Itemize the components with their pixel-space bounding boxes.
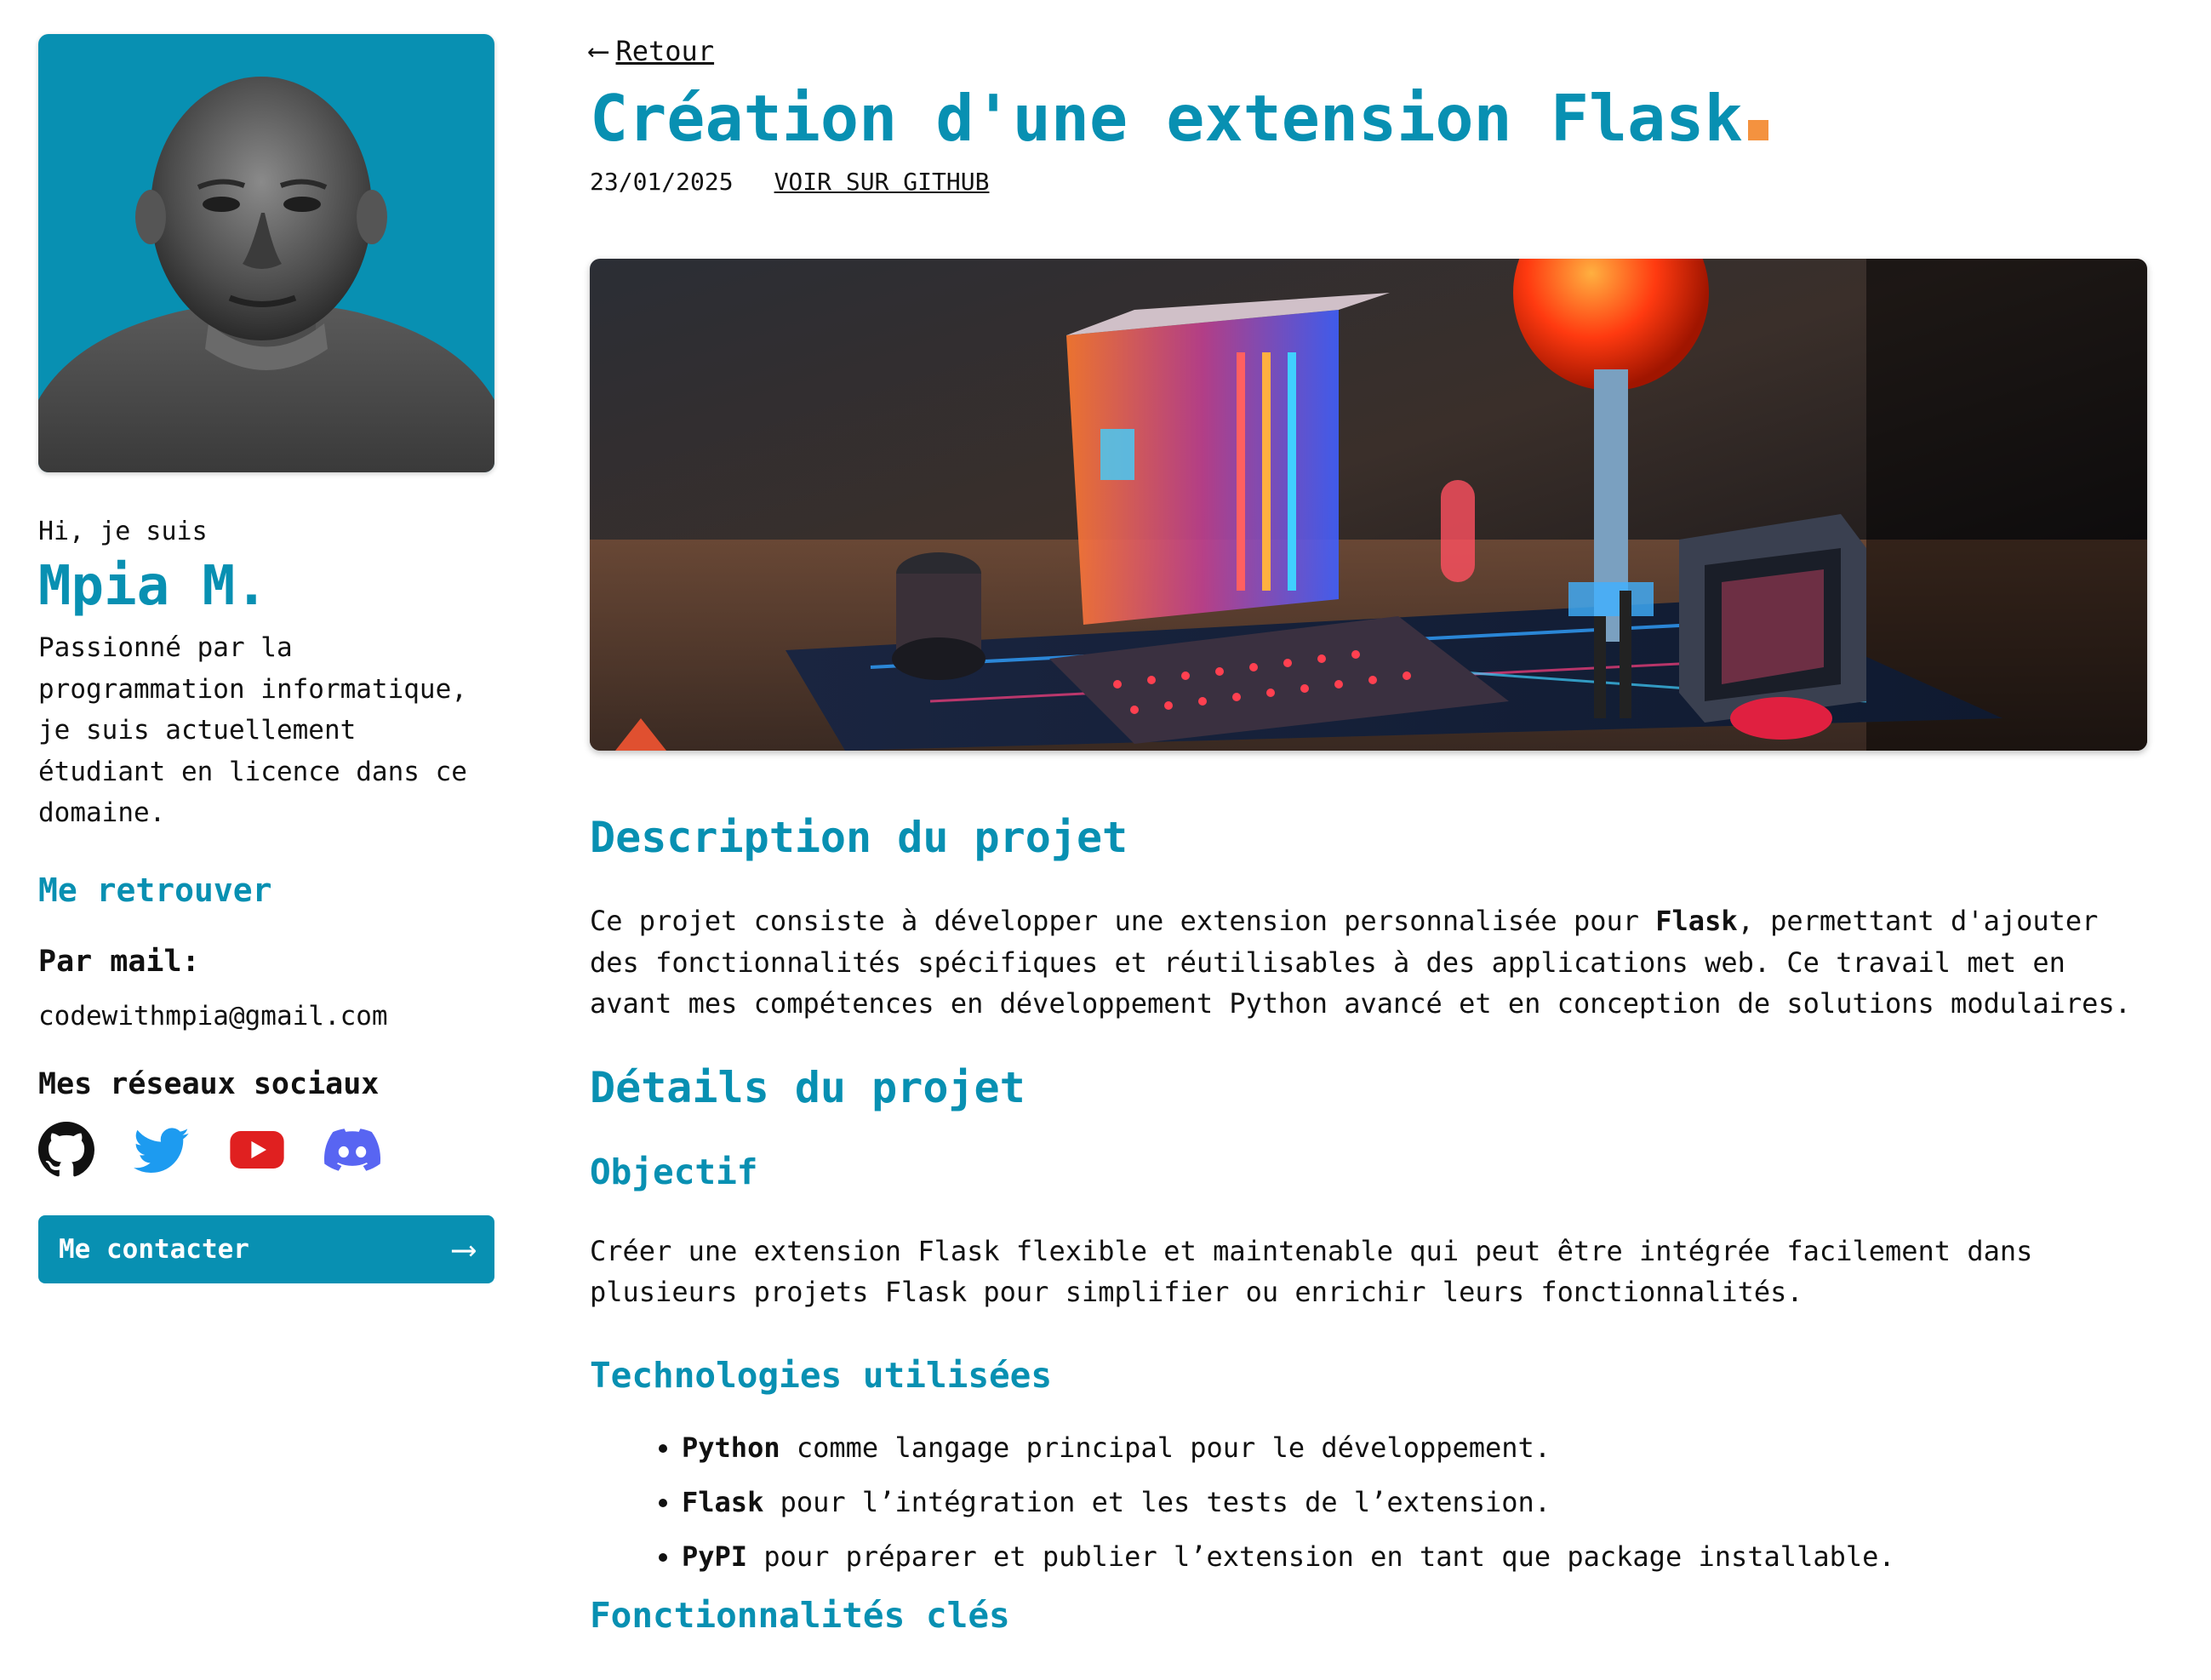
mail-label: Par mail:: [38, 944, 200, 979]
list-item: Flask pour l’intégration et les tests de…: [682, 1485, 2156, 1519]
main-content: ⟵ Retour Création d'une extension Flask …: [590, 34, 2156, 1637]
list-item: Python comme langage principal pour le d…: [682, 1431, 2156, 1465]
tech-name: Python: [682, 1431, 780, 1464]
technologies-heading: Technologies utilisées: [590, 1354, 1053, 1396]
title-cursor: [1747, 120, 1768, 140]
social-links: [38, 1121, 494, 1178]
github-link[interactable]: VOIR SUR GITHUB: [774, 167, 990, 197]
project-cover-image: [590, 259, 2147, 751]
tech-description: pour préparer et publier l’extension en …: [747, 1540, 1895, 1573]
greeting: Hi, je suis: [38, 517, 208, 546]
tech-description: comme langage principal pour le développ…: [780, 1431, 1551, 1464]
technologies-list: Python comme langage principal pour le d…: [590, 1431, 2156, 1574]
description-heading: Description du projet: [590, 813, 1128, 862]
sidebar: Hi, je suis Mpia M. Passionné par la pro…: [38, 34, 494, 1283]
discord-icon[interactable]: [324, 1122, 380, 1178]
tech-name: Flask: [682, 1485, 764, 1518]
youtube-icon[interactable]: [229, 1122, 285, 1178]
objective-heading: Objectif: [590, 1151, 758, 1192]
page-title-text: Création d'une extension Flask: [590, 81, 1743, 156]
mail-address: codewithmpia@gmail.com: [38, 1000, 388, 1031]
back-link[interactable]: ⟵ Retour: [590, 34, 714, 68]
arrow-left-icon: ⟵: [590, 34, 608, 68]
tech-name: PyPI: [682, 1540, 748, 1573]
contact-button-label: Me contacter: [59, 1233, 249, 1265]
key-features-heading: Fonctionnalités clés: [590, 1594, 1010, 1636]
profile-bio: Passionné par la programmation informati…: [38, 632, 467, 828]
project-date: 23/01/2025: [590, 168, 734, 196]
list-item: PyPI pour préparer et publier l’extensio…: [682, 1540, 2156, 1574]
find-me-heading: Me retrouver: [38, 871, 272, 909]
description-text-start: Ce projet consiste à développer une exte…: [590, 905, 1656, 937]
description-text: Ce projet consiste à développer une exte…: [590, 900, 2156, 1025]
profile-name: Mpia M.: [38, 555, 268, 618]
github-icon[interactable]: [38, 1121, 94, 1178]
page-title: Création d'une extension Flask: [590, 80, 2156, 157]
avatar: [38, 34, 494, 472]
details-heading: Détails du projet: [590, 1062, 1026, 1112]
twitter-icon[interactable]: [134, 1122, 190, 1178]
social-heading: Mes réseaux sociaux: [38, 1066, 380, 1101]
contact-button[interactable]: Me contacter ⟶: [38, 1214, 494, 1283]
tech-description: pour l’intégration et les tests de l’ext…: [763, 1485, 1551, 1518]
objective-text: Créer une extension Flask flexible et ma…: [590, 1234, 2033, 1309]
project-meta: 23/01/2025 VOIR SUR GITHUB: [590, 167, 2156, 197]
description-flask-bold: Flask: [1655, 905, 1738, 937]
arrow-right-icon: ⟶: [453, 1229, 474, 1269]
back-link-label: Retour: [615, 35, 715, 67]
